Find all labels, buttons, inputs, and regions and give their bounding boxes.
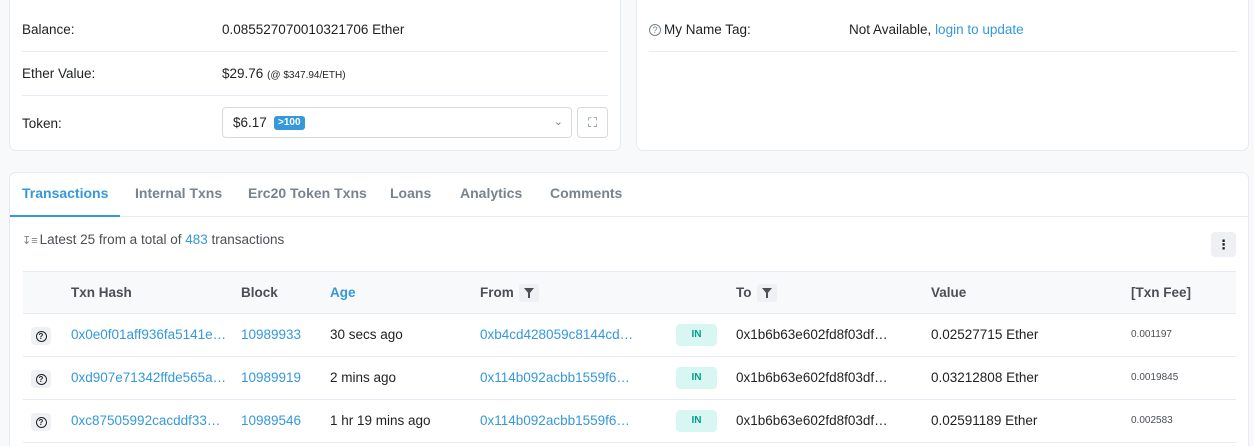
tab-comments[interactable]: Comments	[550, 173, 622, 217]
txn-value: 0.02591189 Ether	[931, 413, 1038, 428]
to-address: 0x1b6b63e602fd8f03df…	[736, 413, 888, 428]
table-header: Txn Hash Block Age From To Value [Txn Fe…	[23, 271, 1236, 314]
sort-amount-icon: ↧≡	[22, 235, 38, 247]
tab-analytics[interactable]: Analytics	[460, 173, 522, 217]
txn-value: 0.03212808 Ether	[931, 370, 1039, 385]
transactions-summary: ↧≡ Latest 25 from a total of 483 transact…	[22, 232, 284, 247]
header-to: To	[736, 285, 752, 300]
question-circle-icon: ?	[35, 331, 47, 342]
balance-row: Balance: 0.085527070010321706 Ether	[22, 7, 608, 52]
tab-erc20-token-txns[interactable]: Erc20 Token Txns	[248, 173, 367, 217]
txn-preview-button[interactable]: ?	[31, 370, 51, 388]
overview-card: Balance: 0.085527070010321706 Ether Ethe…	[9, 0, 621, 151]
token-label: Token:	[22, 116, 62, 131]
tab-transactions[interactable]: Transactions	[10, 173, 121, 217]
from-address-link[interactable]: 0x114b092acbb1559f6…	[480, 357, 630, 399]
transactions-table: Txn Hash Block Age From To Value [Txn Fe…	[23, 271, 1236, 443]
header-age[interactable]: Age	[330, 272, 356, 313]
login-to-update-link[interactable]: login to update	[935, 22, 1024, 37]
question-circle-icon[interactable]: ?	[649, 24, 661, 36]
token-row: Token: $6.17 >100 ⌄ ⛶	[22, 101, 608, 145]
transactions-card: Transactions Internal Txns Erc20 Token T…	[9, 172, 1249, 446]
question-circle-icon: ?	[35, 374, 47, 385]
txn-preview-button[interactable]: ?	[31, 327, 51, 345]
txn-age: 1 hr 19 mins ago	[330, 413, 431, 428]
name-tag-label: My Name Tag:	[664, 22, 751, 37]
txn-hash-link[interactable]: 0x0e0f01aff936fa5141e…	[71, 314, 226, 356]
more-info-card: ? My Name Tag: Not Available, login to up…	[636, 0, 1249, 151]
header-block: Block	[241, 285, 278, 300]
from-address-link[interactable]: 0x114b092acbb1559f6…	[480, 400, 630, 442]
token-dropdown[interactable]: $6.17 >100 ⌄	[222, 107, 572, 138]
txn-fee: 0.001197	[1131, 329, 1172, 340]
header-value: Value	[931, 285, 967, 300]
name-tag-value-wrap: Not Available, login to update	[849, 7, 1024, 52]
table-row: ? 0x0e0f01aff936fa5141e… 10989933 30 sec…	[23, 314, 1236, 357]
ether-rate: (@ $347.94/ETH)	[267, 70, 346, 81]
header-from: From	[480, 285, 514, 300]
block-link[interactable]: 10989546	[241, 400, 301, 442]
chevron-down-icon: ⌄	[553, 116, 563, 128]
filter-from-icon[interactable]	[518, 284, 539, 303]
txn-fee: 0.002583	[1131, 415, 1173, 426]
token-count-badge: >100	[274, 116, 305, 130]
name-tag-value: Not Available,	[849, 22, 936, 37]
header-to-wrap: To	[736, 272, 777, 313]
expand-icon[interactable]: ⛶	[577, 107, 608, 138]
ether-value-row: Ether Value: $29.76 (@ $347.94/ETH)	[22, 51, 608, 96]
txn-preview-button[interactable]: ?	[31, 413, 51, 431]
ether-value-label: Ether Value:	[22, 66, 96, 81]
summary-prefix: Latest 25 from a total of	[39, 232, 186, 247]
table-row: ? 0xc87505992cacddf33… 10989546 1 hr 19 …	[23, 400, 1236, 443]
tab-bar: Transactions Internal Txns Erc20 Token T…	[10, 173, 1248, 217]
balance-label: Balance:	[22, 22, 75, 37]
ether-value-amount: $29.76 (@ $347.94/ETH)	[222, 51, 346, 98]
tab-internal-txns[interactable]: Internal Txns	[135, 173, 222, 217]
more-options-icon[interactable]: ⋮	[1211, 232, 1236, 257]
direction-badge: IN	[676, 367, 717, 389]
summary-suffix: transactions	[207, 232, 285, 247]
txn-hash-link[interactable]: 0xd907e71342ffde565a…	[71, 357, 226, 399]
header-from-wrap: From	[480, 272, 539, 313]
block-link[interactable]: 10989919	[241, 357, 301, 399]
balance-value: 0.085527070010321706 Ether	[222, 22, 405, 37]
txn-value: 0.02527715 Ether	[931, 327, 1039, 342]
ether-value-usd: $29.76	[222, 66, 264, 81]
to-address: 0x1b6b63e602fd8f03df…	[736, 327, 888, 342]
to-address: 0x1b6b63e602fd8f03df…	[736, 370, 888, 385]
block-link[interactable]: 10989933	[241, 314, 301, 356]
txn-age: 2 mins ago	[330, 370, 397, 385]
txn-age: 30 secs ago	[330, 327, 403, 342]
table-row: ? 0xd907e71342ffde565a… 10989919 2 mins …	[23, 357, 1236, 400]
filter-to-icon[interactable]	[756, 284, 777, 303]
txn-hash-link[interactable]: 0xc87505992cacddf33…	[71, 400, 220, 442]
header-txn-hash: Txn Hash	[71, 285, 132, 300]
from-address-link[interactable]: 0xb4cd428059c8144cd…	[480, 314, 633, 356]
name-tag-label-wrap: ? My Name Tag:	[649, 7, 751, 52]
header-txn-fee[interactable]: [Txn Fee]	[1131, 272, 1191, 313]
direction-badge: IN	[676, 410, 717, 432]
txn-fee: 0.0019845	[1131, 372, 1179, 383]
tab-loans[interactable]: Loans	[390, 173, 431, 217]
name-tag-row: ? My Name Tag: Not Available, login to up…	[649, 7, 1237, 52]
total-count-link[interactable]: 483	[185, 232, 208, 247]
direction-badge: IN	[676, 324, 717, 346]
question-circle-icon: ?	[35, 417, 47, 428]
token-amount: $6.17	[233, 115, 267, 130]
